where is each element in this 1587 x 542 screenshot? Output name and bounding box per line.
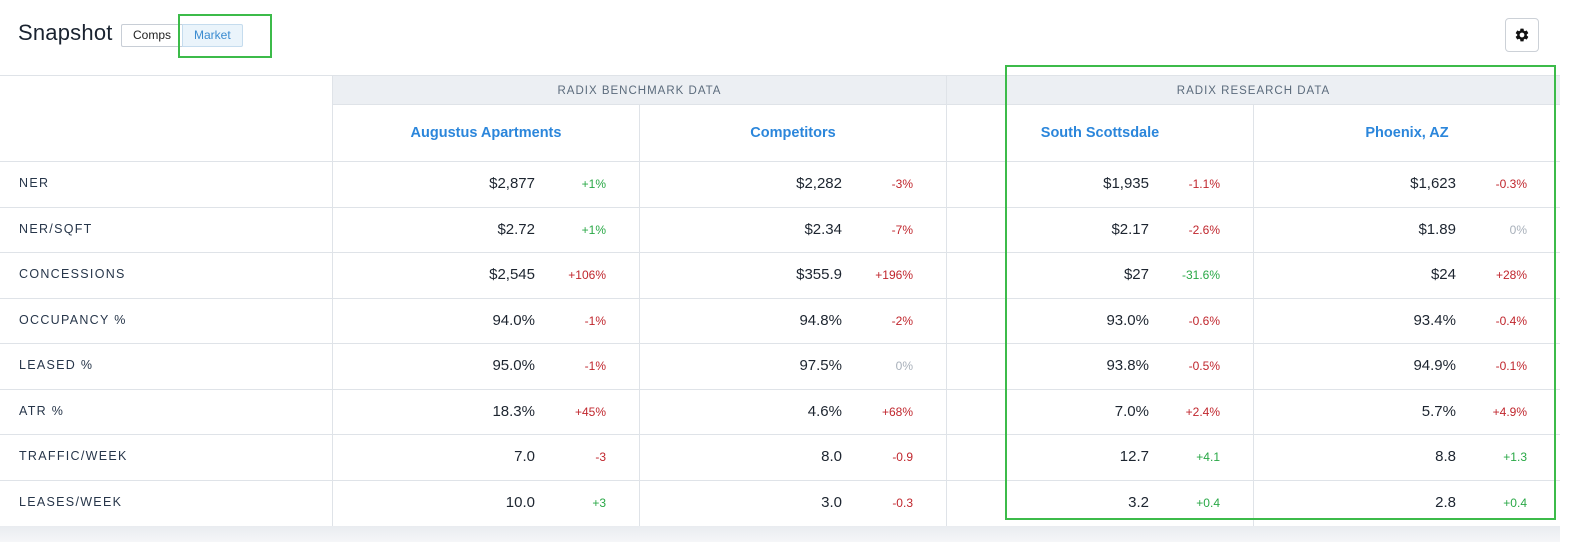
metric-value: $1,935	[1103, 175, 1149, 192]
metric-value: $355.9	[796, 266, 842, 283]
gear-icon	[1515, 28, 1529, 42]
metric-value: $2.72	[497, 220, 535, 238]
metric-value: $2,282	[796, 175, 842, 192]
metric-change: +2.4%	[1185, 404, 1220, 419]
metric-value: 4.6%	[807, 402, 842, 420]
metric-change: -1.1%	[1188, 177, 1220, 191]
metric-value: 5.7%	[1421, 402, 1456, 420]
metric-change: +0.4	[1196, 495, 1220, 510]
metric-change: +4.9%	[1492, 404, 1527, 419]
metric-change: -0.6%	[1188, 313, 1220, 328]
column-header-phoenix-az[interactable]: Phoenix, AZ	[1254, 105, 1560, 161]
metric-change: 0%	[895, 359, 913, 373]
metric-value: $27	[1123, 266, 1149, 283]
metric-change: -3%	[891, 177, 913, 191]
metric-value: 94.9%	[1413, 357, 1456, 374]
metric-change: +106%	[568, 268, 606, 282]
table-footer-shadow	[0, 526, 1560, 542]
metric-value: 97.5%	[799, 357, 842, 374]
metric-change: -31.6%	[1181, 268, 1220, 282]
metric-value: 93.8%	[1106, 357, 1149, 374]
metric-value: 18.3%	[492, 402, 535, 420]
table-row: TRAFFIC/WEEK 7.0 -3 8.0 -0.9 12.7 +4.1 8.8 +1.3	[0, 434, 1560, 479]
settings-button[interactable]	[1505, 18, 1539, 52]
row-label: NER	[19, 176, 50, 190]
metric-value: 94.0%	[492, 311, 535, 329]
metric-change: -1%	[584, 313, 606, 328]
metric-value: $2,877	[489, 175, 535, 192]
table-row: ATR % 18.3% +45% 4.6% +68% 7.0% +2.4% 5.7% +4.9%	[0, 389, 1560, 434]
benchmark-group-header: RADIX BENCHMARK DATA	[333, 76, 946, 105]
row-label: TRAFFIC/WEEK	[19, 449, 128, 463]
metric-value: 93.0%	[1106, 311, 1149, 329]
metric-value: $2,545	[489, 266, 535, 283]
table-row: LEASED % 95.0% -1% 97.5% 0% 93.8% -0.5% 94.9% -0…	[0, 343, 1560, 388]
metric-change: +4.1	[1196, 450, 1220, 464]
view-toggle: Comps Market	[121, 24, 243, 47]
row-label: OCCUPANCY %	[19, 312, 127, 327]
metric-change: -0.3%	[1495, 177, 1527, 191]
metric-value: 7.0%	[1114, 402, 1149, 420]
metric-value: 94.8%	[799, 311, 842, 329]
metric-value: $1,623	[1410, 175, 1456, 192]
snapshot-table: RADIX BENCHMARK DATA RADIX RESEARCH DATA…	[0, 75, 1560, 527]
metric-value: 2.8	[1435, 493, 1456, 511]
metric-change: +68%	[881, 404, 913, 419]
metric-value: 95.0%	[492, 357, 535, 374]
metric-value: $2.17	[1111, 220, 1149, 238]
row-label: CONCESSIONS	[19, 267, 126, 281]
metric-change: -1%	[584, 359, 606, 373]
page-header: Snapshot Comps Market	[0, 0, 1587, 76]
metric-value: $2.34	[804, 220, 842, 238]
metric-change: -0.1%	[1495, 359, 1527, 373]
metric-value: $24	[1430, 266, 1456, 283]
table-row: CONCESSIONS $2,545 +106% $355.9 +196% $27 -31.…	[0, 252, 1560, 297]
metric-value: $1.89	[1418, 220, 1456, 238]
metric-change: +28%	[1495, 268, 1527, 282]
metric-change: +0.4	[1503, 495, 1527, 510]
row-label: LEASED %	[19, 358, 94, 372]
metric-change: 0%	[1509, 222, 1527, 237]
metric-value: 93.4%	[1413, 311, 1456, 329]
research-group-header: RADIX RESEARCH DATA	[947, 76, 1560, 105]
metric-change: -0.3	[892, 495, 913, 510]
row-divider	[333, 104, 1560, 105]
metric-value: 3.0	[821, 493, 842, 511]
table-row: LEASES/WEEK 10.0 +3 3.0 -0.3 3.2 +0.4 2.8 +0.4	[0, 480, 1560, 525]
metric-change: -0.9	[892, 450, 913, 464]
metric-change: -3	[595, 450, 606, 464]
comps-toggle-button[interactable]: Comps	[121, 24, 183, 47]
table-row: NER/SQFT $2.72 +1% $2.34 -7% $2.17 -2.6% $1.89 0…	[0, 207, 1560, 252]
metric-change: -0.4%	[1495, 313, 1527, 328]
column-header-competitors[interactable]: Competitors	[640, 105, 946, 161]
metric-change: -2.6%	[1188, 222, 1220, 237]
column-header-augustus-apartments[interactable]: Augustus Apartments	[333, 105, 639, 161]
metric-value: 10.0	[505, 493, 535, 511]
metric-change: -0.5%	[1188, 359, 1220, 373]
row-label: LEASES/WEEK	[19, 494, 123, 509]
metric-value: 3.2	[1128, 493, 1149, 511]
metric-value: 7.0	[514, 448, 535, 465]
metric-value: 12.7	[1119, 448, 1149, 465]
metric-change: +1.3	[1503, 450, 1527, 464]
metric-value: 8.8	[1435, 448, 1456, 465]
metric-change: +3	[592, 495, 606, 510]
metric-change: +1%	[581, 222, 606, 237]
metric-change: +196%	[875, 268, 913, 282]
metric-value: 8.0	[821, 448, 842, 465]
table-row: NER $2,877 +1% $2,282 -3% $1,935 -1.1% $1,623 -0…	[0, 161, 1560, 206]
metric-change: +45%	[574, 404, 606, 419]
metric-change: -2%	[891, 313, 913, 328]
metric-change: -7%	[891, 222, 913, 237]
market-toggle-button[interactable]: Market	[182, 24, 243, 47]
metric-change: +1%	[581, 177, 606, 191]
row-label: ATR %	[19, 403, 65, 418]
page-title: Snapshot	[18, 20, 113, 45]
column-header-south-scottsdale[interactable]: South Scottsdale	[947, 105, 1253, 161]
table-row: OCCUPANCY % 94.0% -1% 94.8% -2% 93.0% -0.6% 93.…	[0, 298, 1560, 343]
row-label: NER/SQFT	[19, 221, 93, 236]
